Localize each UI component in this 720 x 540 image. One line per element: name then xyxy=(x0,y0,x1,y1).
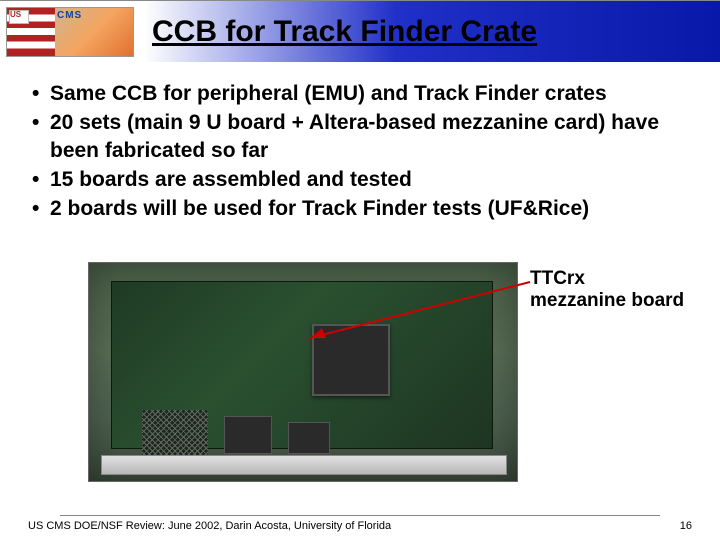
small-chip xyxy=(224,416,272,454)
main-chip xyxy=(312,324,390,396)
small-chip xyxy=(288,422,330,454)
slide-title: CCB for Track Finder Crate xyxy=(152,15,537,49)
pcb-board xyxy=(111,281,493,449)
bullet-item: 20 sets (main 9 U board + Altera-based m… xyxy=(28,109,692,164)
front-panel xyxy=(101,455,507,475)
uscms-logo: US CMS xyxy=(6,7,134,57)
footer-divider xyxy=(60,515,660,516)
bullet-item: Same CCB for peripheral (EMU) and Track … xyxy=(28,80,692,107)
content-area: Same CCB for peripheral (EMU) and Track … xyxy=(0,62,720,222)
callout-line2: mezzanine board xyxy=(530,290,684,312)
ccb-board-photo xyxy=(88,262,518,482)
page-number: 16 xyxy=(680,520,692,532)
footer: US CMS DOE/NSF Review: June 2002, Darin … xyxy=(0,520,720,532)
bullet-item: 2 boards will be used for Track Finder t… xyxy=(28,195,692,222)
bullet-list: Same CCB for peripheral (EMU) and Track … xyxy=(28,80,692,222)
logo-us-text: US xyxy=(10,10,21,19)
title-bar: US CMS CCB for Track Finder Crate xyxy=(0,0,720,62)
callout-label: TTCrx mezzanine board xyxy=(530,268,684,312)
callout-line1: TTCrx xyxy=(530,268,684,290)
logo-cms-text: CMS xyxy=(57,10,82,21)
footer-text: US CMS DOE/NSF Review: June 2002, Darin … xyxy=(28,520,391,532)
bullet-item: 15 boards are assembled and tested xyxy=(28,166,692,193)
board-photo-container xyxy=(88,262,518,482)
